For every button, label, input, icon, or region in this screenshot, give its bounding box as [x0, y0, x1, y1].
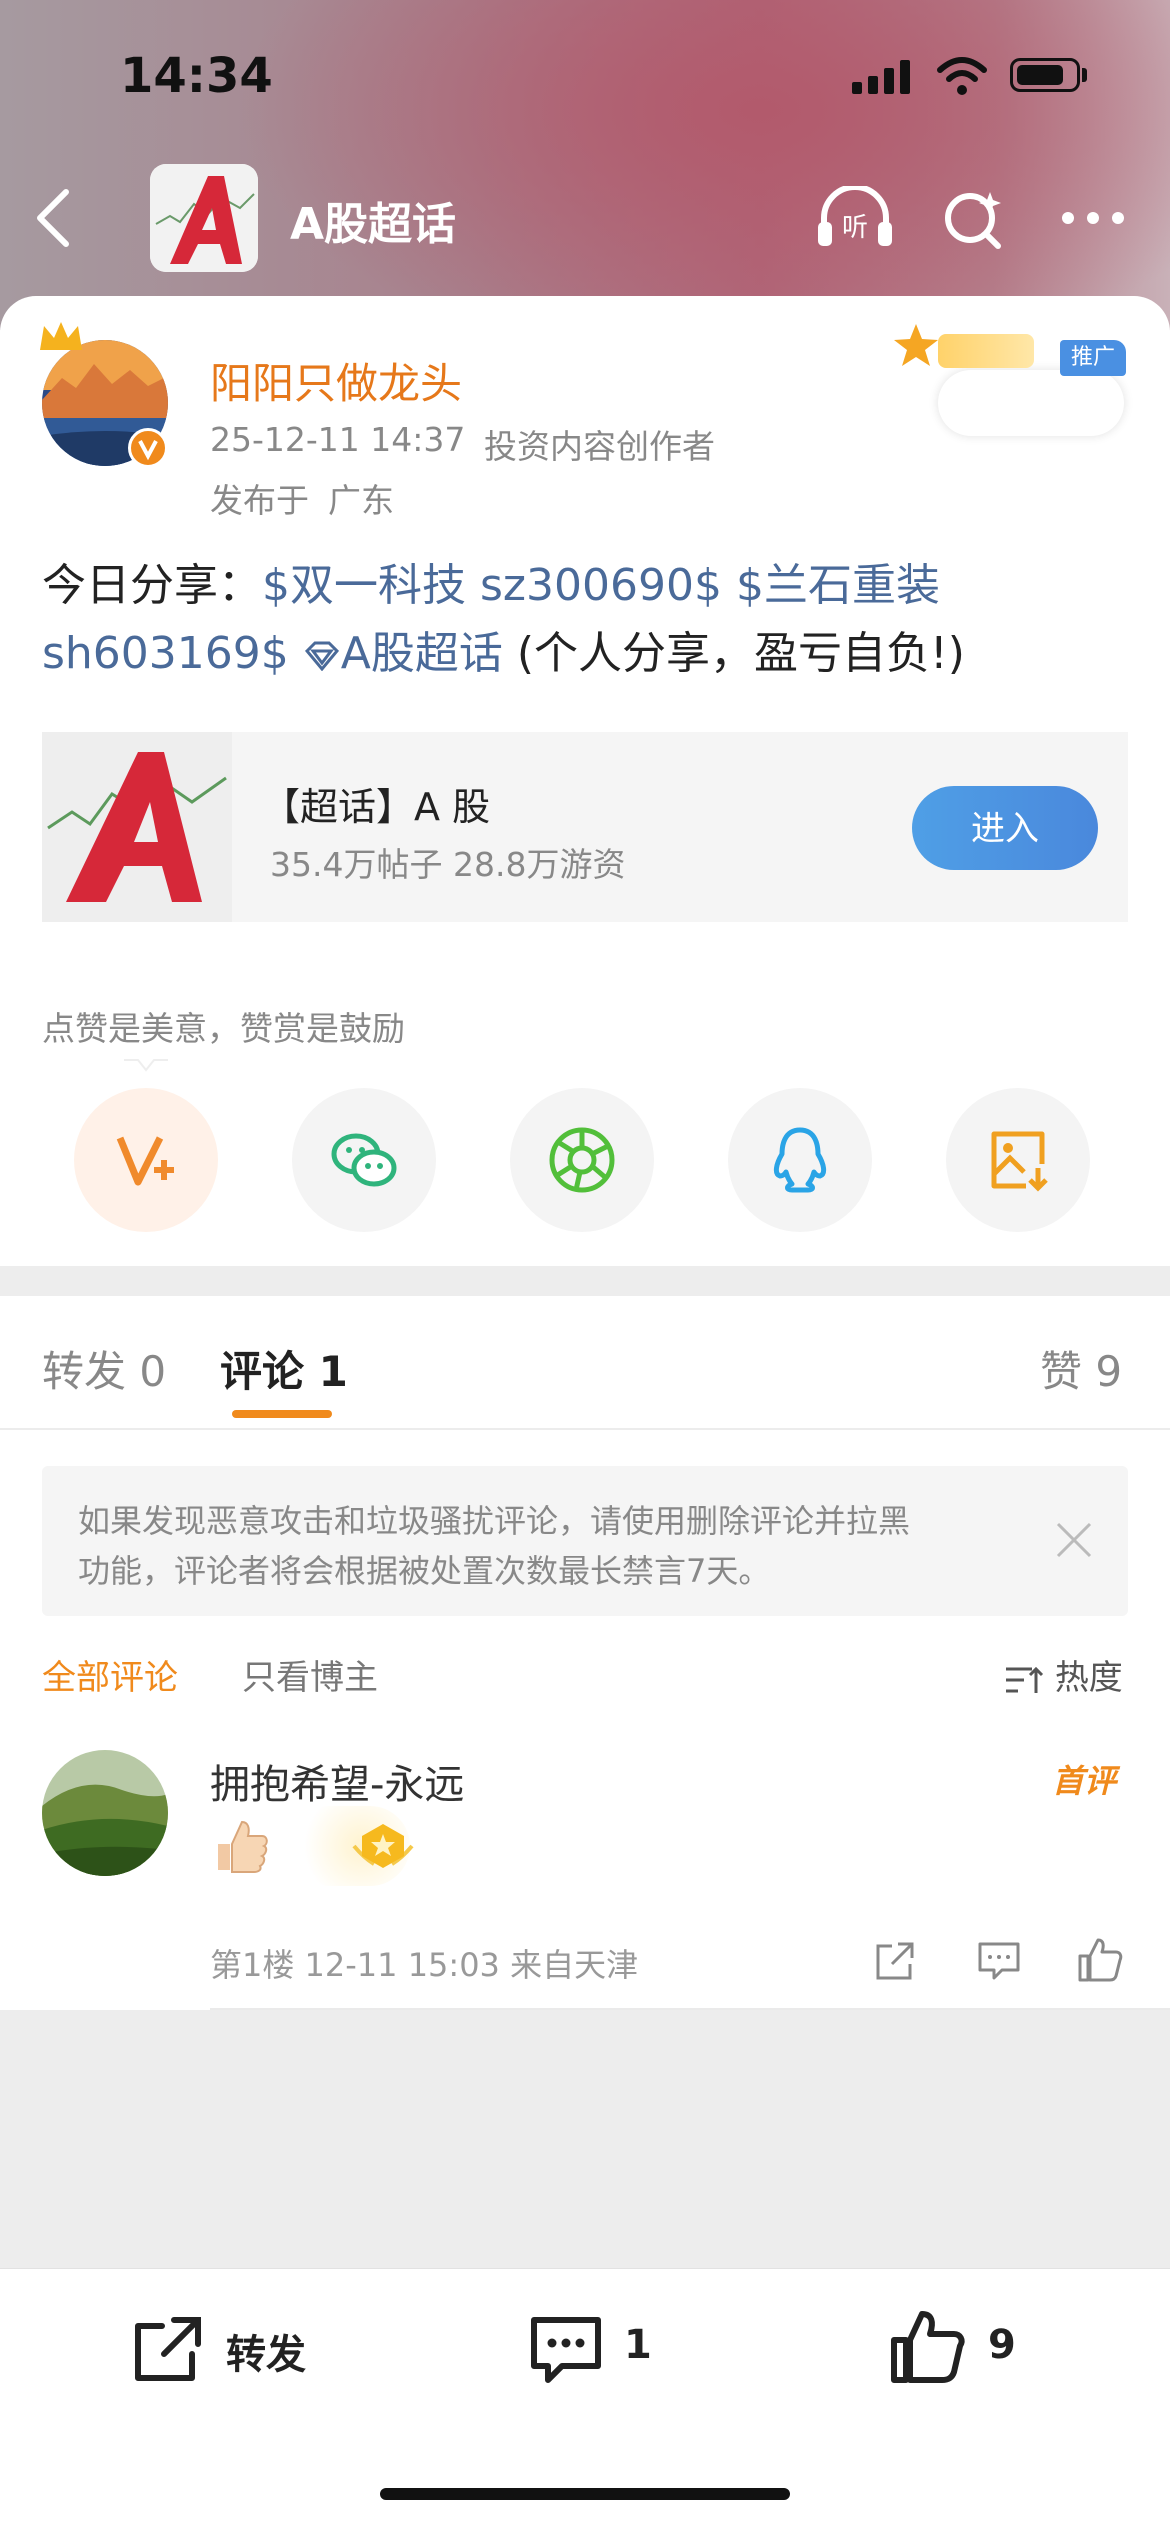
- topic-stats: 35.4万帖子 28.8万游资: [270, 845, 626, 884]
- post-location: 广东: [328, 481, 394, 520]
- wifi-icon: [937, 57, 987, 95]
- cellular-signal-icon: [852, 60, 916, 94]
- notice-line-1: 如果发现恶意攻击和垃圾骚扰评论，请使用删除评论并拉黑: [78, 1502, 911, 1540]
- topic-title: 【超话】A 股: [262, 785, 491, 829]
- first-comment-badge: 首评: [1052, 1762, 1117, 1800]
- like-icon: [891, 2311, 965, 2383]
- tab-comments[interactable]: 评论 1: [220, 1338, 348, 1399]
- author-name[interactable]: 阳阳只做龙头: [210, 350, 462, 411]
- page-title: A股超话: [290, 199, 457, 250]
- v-plus-icon: [116, 1136, 174, 1186]
- filter-author-only[interactable]: 只看博主: [242, 1650, 378, 1699]
- coin-icon: [352, 1824, 414, 1868]
- enter-topic-button[interactable]: 进入: [912, 786, 1098, 870]
- tabs-bar: [0, 1296, 1170, 1430]
- more-icon[interactable]: [1058, 208, 1128, 228]
- moments-icon: [549, 1127, 615, 1193]
- comment-meta: 第1楼 12-11 15:03 来自天津: [210, 1946, 639, 1984]
- share-qq-button[interactable]: [728, 1088, 872, 1232]
- commenter-name[interactable]: 拥抱希望-永远: [210, 1752, 464, 1810]
- share-moments-button[interactable]: [510, 1088, 654, 1232]
- sort-icon: [1006, 1666, 1044, 1693]
- crown-icon: [40, 322, 82, 350]
- battery-tip: [1082, 68, 1087, 82]
- reply-icon[interactable]: [976, 1938, 1022, 1984]
- comment-icon: [531, 2317, 601, 2383]
- tab-likes[interactable]: 赞 9: [1040, 1338, 1122, 1399]
- svg-text:听: 听: [842, 213, 868, 243]
- comment-divider: [210, 2008, 1170, 2010]
- stock-link-1[interactable]: $双一科技 sz300690$: [262, 560, 722, 611]
- tab-repost[interactable]: 转发 0: [42, 1338, 166, 1399]
- notice-line-2: 功能，评论者将会根据被处置次数最长禁言7天。: [78, 1552, 771, 1590]
- stock-link-2[interactable]: $兰石重装: [736, 560, 940, 611]
- promo-star-icon: [894, 324, 938, 366]
- location-prefix: 发布于: [210, 481, 309, 520]
- promo-follow-button[interactable]: [938, 370, 1124, 436]
- post-text-prefix: 今日分享：: [42, 560, 262, 611]
- listen-icon[interactable]: 听: [814, 186, 896, 252]
- share-wechat-button[interactable]: [292, 1088, 436, 1232]
- home-indicator: [380, 2488, 790, 2500]
- filter-all-comments[interactable]: 全部评论: [42, 1650, 178, 1699]
- sort-dropdown[interactable]: 热度: [1004, 1650, 1123, 1699]
- commenter-avatar[interactable]: [42, 1750, 168, 1876]
- topic-card-image: [42, 732, 232, 922]
- reward-hint: 点赞是美意，赞赏是鼓励: [42, 1009, 405, 1048]
- battery-icon: [1010, 58, 1080, 92]
- comment-like-icon[interactable]: [1076, 1936, 1124, 1984]
- wechat-icon: [331, 1133, 397, 1187]
- repost-icon: [135, 2317, 201, 2381]
- hint-pointer: [124, 1059, 168, 1072]
- bottom-repost-label: 转发: [226, 2332, 306, 2378]
- forward-icon[interactable]: [872, 1938, 918, 1984]
- post-text-suffix: (个人分享，盈亏自负!): [516, 628, 965, 679]
- stock-link-2-code[interactable]: sh603169$: [42, 628, 289, 679]
- diamond-icon: [304, 641, 339, 672]
- post-body: 今日分享：$双一科技 sz300690$ $兰石重装 sh603169$ A股超…: [42, 552, 1132, 688]
- search-spark-icon[interactable]: [940, 186, 1006, 252]
- status-time: 14:34: [120, 48, 273, 104]
- promo-badge: 推广: [1060, 340, 1126, 376]
- reward-v-button[interactable]: [74, 1088, 218, 1232]
- bottom-like-count: 9: [988, 2322, 1016, 2368]
- promo-ribbon: [938, 334, 1034, 368]
- save-image-button[interactable]: [946, 1088, 1090, 1232]
- author-role: 投资内容创作者: [484, 427, 715, 466]
- verified-badge-icon: [128, 428, 168, 468]
- save-image-icon: [991, 1131, 1048, 1192]
- back-arrow-icon[interactable]: [30, 186, 74, 250]
- qq-icon: [773, 1127, 827, 1193]
- post-timestamp: 25-12-11 14:37: [210, 420, 466, 459]
- bottom-comment-count: 1: [624, 2322, 652, 2368]
- topic-logo[interactable]: [150, 164, 258, 272]
- thumbs-up-emoji-icon: [218, 1820, 268, 1873]
- topic-link[interactable]: A股超话: [303, 628, 503, 679]
- close-icon[interactable]: [1054, 1520, 1094, 1560]
- active-tab-indicator: [232, 1410, 332, 1418]
